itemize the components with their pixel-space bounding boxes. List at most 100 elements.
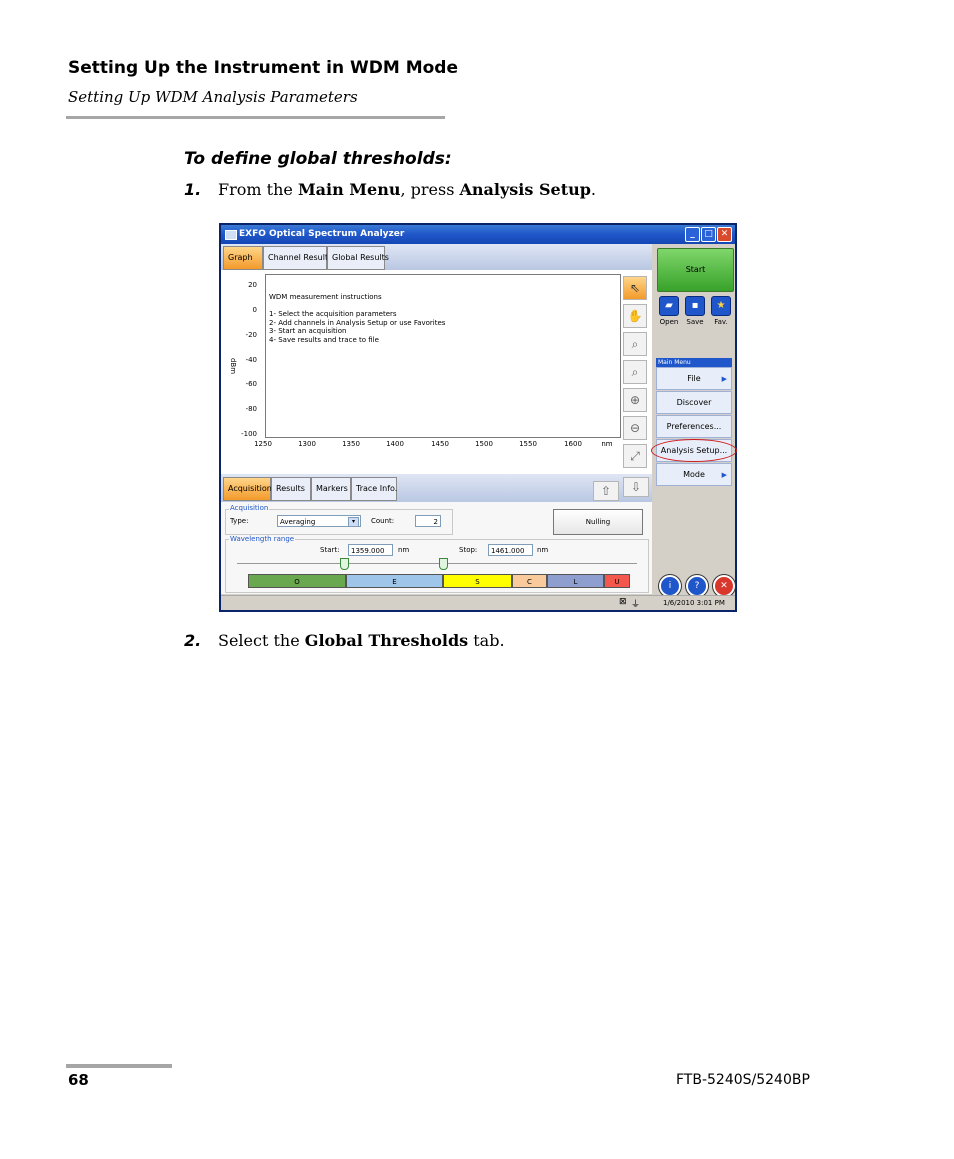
- zoom-area-icon[interactable]: ⌕: [623, 332, 647, 356]
- close-icon[interactable]: ✕: [717, 227, 732, 242]
- y-tick: -80: [245, 405, 257, 413]
- start-slider-handle[interactable]: [340, 558, 349, 570]
- step-term: Main Menu: [297, 180, 401, 199]
- acquisition-group-label: Acquisition: [229, 504, 270, 512]
- x-tick: 1350: [342, 440, 360, 448]
- nulling-button[interactable]: Nulling: [553, 509, 643, 535]
- tab-global-results[interactable]: Global Results: [327, 246, 389, 270]
- step-text-part: Select the: [218, 631, 305, 650]
- stop-label: Stop:: [459, 546, 478, 554]
- open-button[interactable]: ▰ Open: [656, 296, 682, 326]
- count-label: Count:: [371, 517, 395, 525]
- band-s: S: [443, 574, 512, 588]
- chevron-down-icon[interactable]: ▾: [348, 517, 359, 527]
- save-button[interactable]: ▪ Save: [682, 296, 708, 326]
- pointer-icon[interactable]: ⇖: [623, 276, 647, 300]
- window-titlebar: EXFO Optical Spectrum Analyzer _ □ ✕: [221, 225, 735, 244]
- minimize-icon[interactable]: _: [685, 227, 700, 242]
- tab-markers[interactable]: Markers: [311, 477, 351, 501]
- favorites-label: Fav.: [714, 318, 728, 326]
- tab-graph[interactable]: Graph: [223, 246, 263, 270]
- zoom-out-icon[interactable]: ⊖: [623, 416, 647, 440]
- tab-channel-results[interactable]: Channel Results: [263, 246, 332, 270]
- step-term: Global Thresholds: [304, 631, 469, 650]
- zoom-in-icon[interactable]: ⊕: [623, 388, 647, 412]
- graph-panel: WDM measurement instructions 1- Select t…: [221, 270, 652, 474]
- exit-icon[interactable]: ✕: [713, 575, 735, 597]
- app-icon: [225, 230, 237, 240]
- menu-item-label: Preferences...: [666, 422, 722, 431]
- full-scale-icon[interactable]: ⤢: [623, 444, 647, 468]
- step-text: From the Main Menu, press Analysis Setup…: [218, 180, 596, 199]
- y-tick: -60: [245, 380, 257, 388]
- step-term: Analysis Setup: [459, 180, 591, 199]
- menu-item-label: Discover: [676, 398, 712, 407]
- band-c: C: [512, 574, 547, 588]
- procedure-title: To define global thresholds:: [184, 149, 452, 169]
- stop-slider-handle[interactable]: [439, 558, 448, 570]
- menu-item-mode[interactable]: Mode ▶: [656, 463, 732, 486]
- instructions-title: WDM measurement instructions: [269, 293, 382, 301]
- type-label: Type:: [230, 517, 249, 525]
- start-button[interactable]: Start: [657, 248, 734, 292]
- band-l: L: [547, 574, 604, 588]
- range-slider-track[interactable]: [237, 563, 637, 564]
- start-wavelength-input[interactable]: 1359.000: [348, 544, 393, 556]
- panel-up-icon[interactable]: ⇧: [593, 481, 619, 501]
- favorites-button[interactable]: ★ Fav.: [708, 296, 734, 326]
- open-label: Open: [659, 318, 679, 326]
- type-select[interactable]: Averaging ▾: [277, 515, 361, 527]
- status-bar: ⊠ ⏚ 1/6/2010 3:01 PM: [221, 595, 735, 610]
- band-e: E: [346, 574, 443, 588]
- maximize-icon[interactable]: □: [701, 227, 716, 242]
- menu-item-discover[interactable]: Discover: [656, 391, 732, 414]
- side-panel: Start ▰ Open ▪ Save ★ Fav. Main Menu Fil…: [651, 244, 737, 597]
- bottom-tabs: Acquisition Results Markers Trace Info.: [223, 477, 397, 501]
- step-text-part: .: [590, 180, 596, 199]
- star-icon: ★: [711, 296, 731, 316]
- window-title: EXFO Optical Spectrum Analyzer: [239, 229, 405, 239]
- instruction-item: 4- Save results and trace to file: [269, 335, 379, 344]
- zoom-fit-icon[interactable]: ⌕: [623, 360, 647, 384]
- x-tick: 1400: [386, 440, 404, 448]
- network-status-icon: ⊠: [619, 597, 627, 607]
- start-label: Start:: [320, 546, 340, 554]
- y-axis-label: dBm: [229, 357, 238, 375]
- y-tick: -100: [241, 430, 257, 438]
- tab-trace-info[interactable]: Trace Info.: [351, 477, 397, 501]
- x-unit: nm: [601, 440, 613, 448]
- instruction-item: 1- Select the acquisition parameters: [269, 310, 397, 318]
- hand-icon[interactable]: ✋: [623, 304, 647, 328]
- step-text-part: tab.: [468, 631, 505, 650]
- wavelength-group-label: Wavelength range: [229, 535, 296, 543]
- y-tick: -20: [245, 331, 257, 339]
- stop-wavelength-input[interactable]: 1461.000: [488, 544, 533, 556]
- tab-acquisition[interactable]: Acquisition: [223, 477, 272, 501]
- header-rule: [66, 116, 445, 119]
- menu-item-label: File: [687, 374, 701, 383]
- menu-item-analysis-setup[interactable]: Analysis Setup...: [651, 439, 737, 462]
- help-icon[interactable]: ?: [686, 575, 708, 597]
- section-title: Setting Up the Instrument in WDM Mode: [68, 58, 459, 78]
- section-subtitle: Setting Up WDM Analysis Parameters: [68, 88, 358, 106]
- app-screenshot: EXFO Optical Spectrum Analyzer _ □ ✕ Gra…: [219, 223, 737, 612]
- spectrum-plot[interactable]: WDM measurement instructions 1- Select t…: [265, 274, 621, 438]
- step-2: 2. Select the Global Thresholds tab.: [184, 631, 784, 651]
- folder-icon: ▰: [659, 296, 679, 316]
- type-select-value: Averaging: [280, 518, 316, 526]
- x-tick: 1300: [298, 440, 316, 448]
- count-input[interactable]: 2: [415, 515, 441, 527]
- save-icon: ▪: [685, 296, 705, 316]
- menu-item-file[interactable]: File ▶: [656, 367, 732, 390]
- x-tick: 1250: [254, 440, 272, 448]
- step-1: 1. From the Main Menu, press Analysis Se…: [184, 180, 784, 200]
- y-tick: 20: [248, 281, 257, 289]
- menu-item-label: Mode: [683, 470, 705, 479]
- info-icon[interactable]: i: [659, 575, 681, 597]
- panel-down-icon[interactable]: ⇩: [623, 477, 649, 497]
- chevron-right-icon: ▶: [721, 471, 727, 479]
- band-o: O: [248, 574, 346, 588]
- menu-item-preferences[interactable]: Preferences...: [656, 415, 732, 438]
- top-tabs: Graph Channel Results Global Results: [223, 246, 389, 270]
- tab-results[interactable]: Results: [271, 477, 311, 501]
